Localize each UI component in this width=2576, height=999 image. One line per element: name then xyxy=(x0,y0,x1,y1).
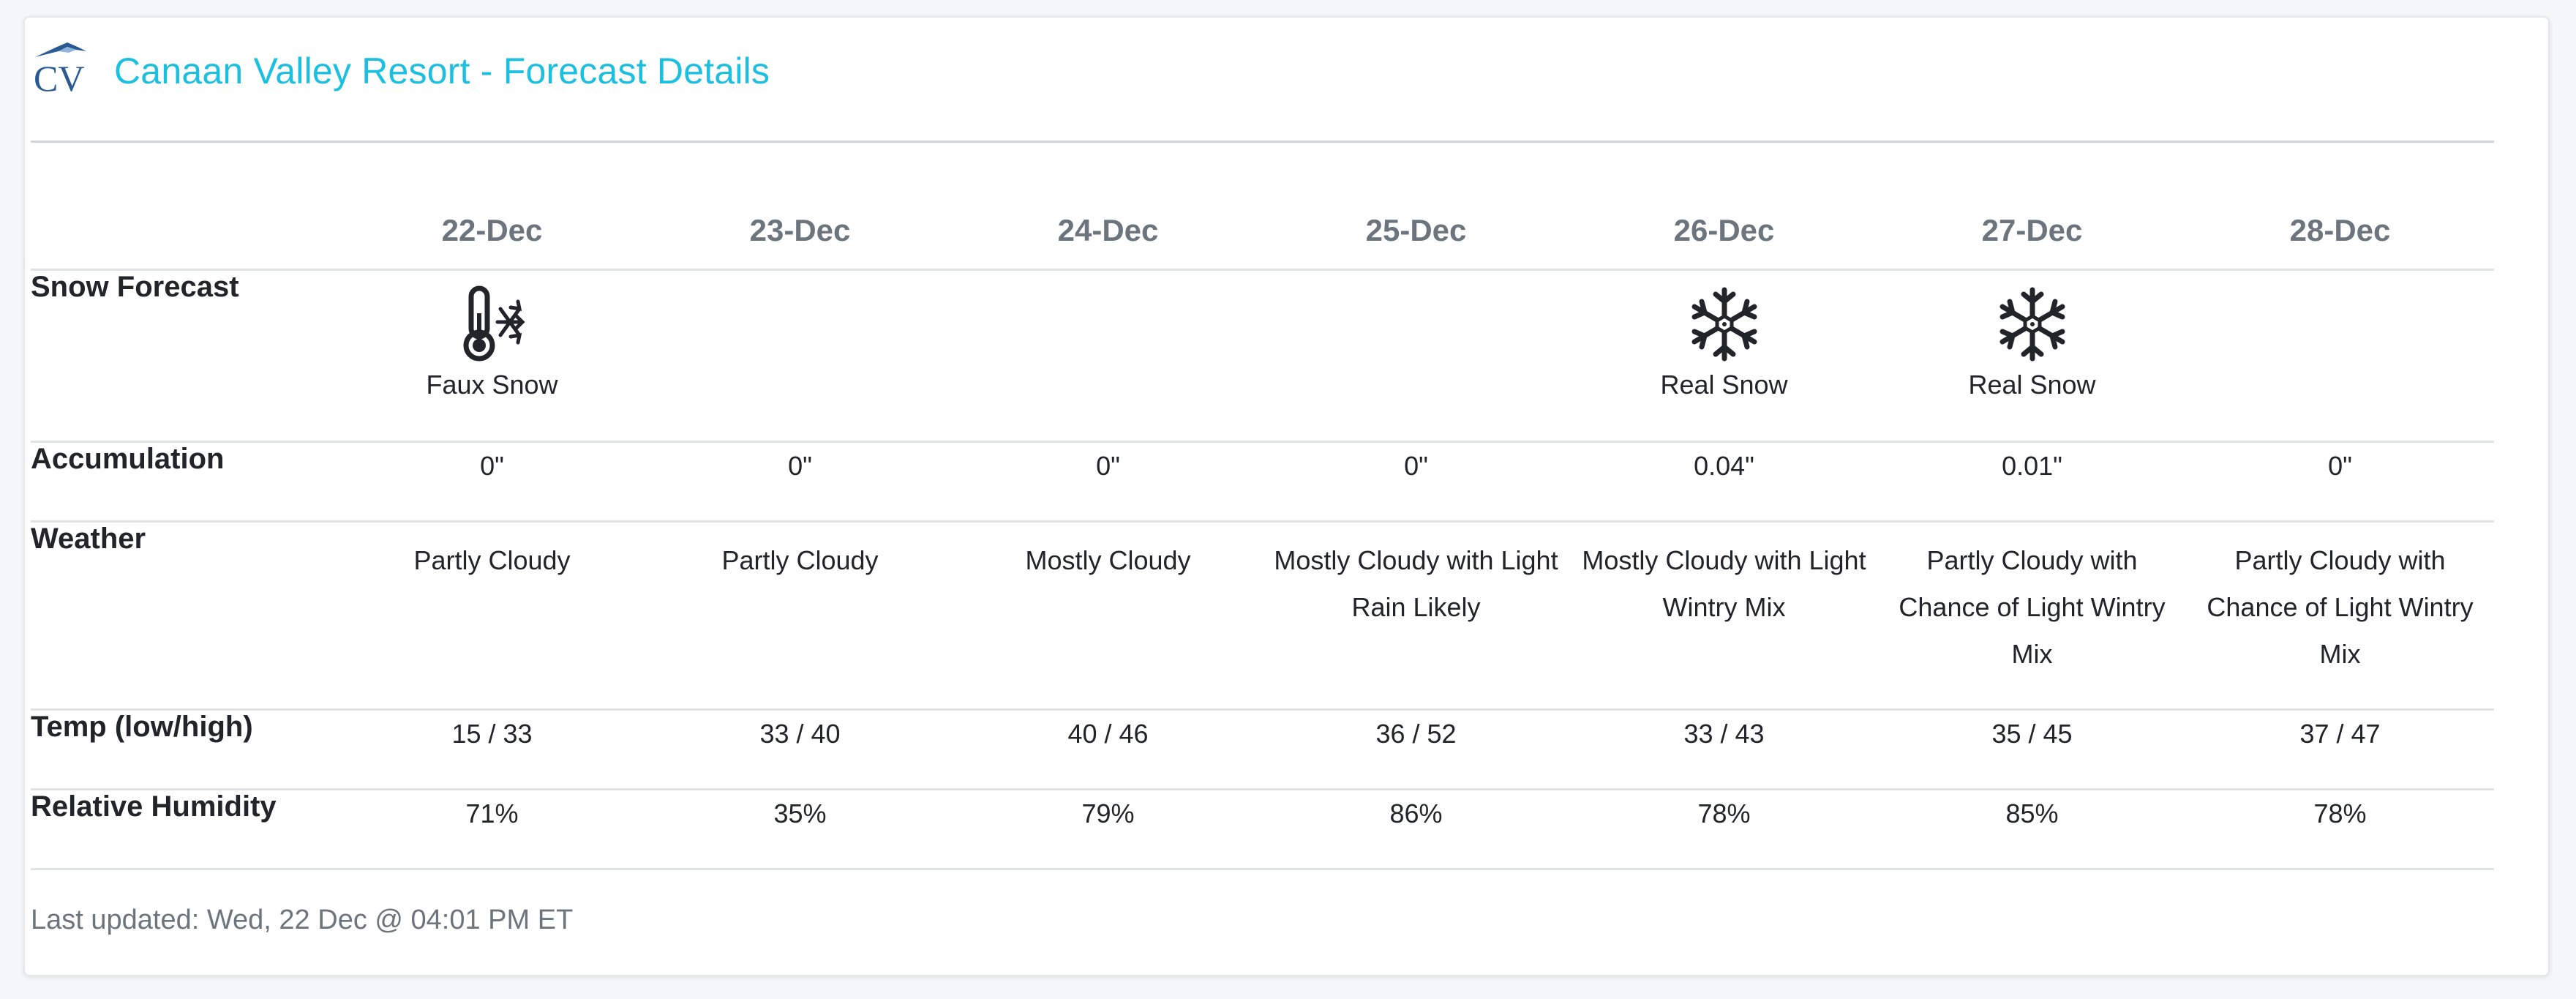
accumulation-cell: 0.01" xyxy=(1878,440,2186,521)
row-label: Temp (low/high) xyxy=(31,708,338,789)
snow-cell: Real Snow xyxy=(1878,268,2186,441)
last-updated-text: Last updated: Wed, 22 Dec @ 04:01 PM ET xyxy=(31,905,574,935)
accumulation-cell: 0" xyxy=(954,440,1262,521)
snow-cell xyxy=(954,268,1262,441)
snow-label: Faux Snow xyxy=(426,369,558,400)
resort-logo: CV xyxy=(34,42,86,99)
snow-label: Real Snow xyxy=(1660,369,1788,400)
snow-label: Real Snow xyxy=(1968,369,2096,400)
weather-cell: Partly Cloudy xyxy=(338,520,646,709)
snow-cell: Faux Snow xyxy=(338,268,646,441)
weather-cell: Mostly Cloudy xyxy=(954,520,1262,709)
snow-cell xyxy=(2186,268,2494,441)
date-header: 26-Dec xyxy=(1673,212,1775,247)
snow-cell xyxy=(1262,268,1570,441)
humidity-cell: 79% xyxy=(954,787,1262,870)
weather-cell: Partly Cloudy with Chance of Light Wintr… xyxy=(1878,520,2186,709)
weather-cell: Partly Cloudy with Chance of Light Wintr… xyxy=(2186,520,2494,709)
humidity-cell: 86% xyxy=(1262,787,1570,870)
temperature-row: Temp (low/high) 15 / 33 33 / 40 40 / 46 … xyxy=(31,708,2494,789)
logo-text: CV xyxy=(34,58,84,99)
snowflake-icon xyxy=(1999,287,2065,361)
date-header: 28-Dec xyxy=(2289,212,2391,247)
date-header: 25-Dec xyxy=(1365,212,1467,247)
temperature-cell: 37 / 47 xyxy=(2186,708,2494,789)
weather-cell: Mostly Cloudy with Light Rain Likely xyxy=(1262,520,1570,709)
temperature-cell: 35 / 45 xyxy=(1878,708,2186,789)
temperature-cell: 33 / 43 xyxy=(1570,708,1878,789)
humidity-row: Relative Humidity 71% 35% 79% 86% 78% 85… xyxy=(31,787,2494,870)
temperature-cell: 15 / 33 xyxy=(338,708,646,789)
temperature-cell: 36 / 52 xyxy=(1262,708,1570,789)
thermometer-snowflake-icon xyxy=(463,285,525,361)
page-header: CV Canaan Valley Resort - Forecast Detai… xyxy=(31,38,770,104)
row-label: Relative Humidity xyxy=(31,787,338,870)
header-empty xyxy=(31,145,338,269)
row-label: Weather xyxy=(31,520,338,709)
humidity-cell: 85% xyxy=(1878,787,2186,870)
accumulation-cell: 0" xyxy=(1262,440,1570,521)
date-header: 22-Dec xyxy=(441,212,543,247)
row-label: Accumulation xyxy=(31,440,338,521)
snow-cell xyxy=(646,268,954,441)
weather-cell: Partly Cloudy xyxy=(646,520,954,709)
date-header: 24-Dec xyxy=(1057,212,1159,247)
date-header-row: 22-Dec 23-Dec 24-Dec 25-Dec 26-Dec 27-De… xyxy=(31,145,2494,269)
humidity-cell: 35% xyxy=(646,787,954,870)
temperature-cell: 40 / 46 xyxy=(954,708,1262,789)
accumulation-row: Accumulation 0" 0" 0" 0" 0.04" 0.01" 0" xyxy=(31,440,2494,521)
weather-cell: Mostly Cloudy with Light Wintry Mix xyxy=(1570,520,1878,709)
accumulation-cell: 0" xyxy=(646,440,954,521)
date-header: 27-Dec xyxy=(1981,212,2083,247)
humidity-cell: 71% xyxy=(338,787,646,870)
forecast-table: 22-Dec 23-Dec 24-Dec 25-Dec 26-Dec 27-De… xyxy=(31,145,2494,870)
humidity-cell: 78% xyxy=(2186,787,2494,870)
humidity-cell: 78% xyxy=(1570,787,1878,870)
temperature-cell: 33 / 40 xyxy=(646,708,954,789)
accumulation-cell: 0" xyxy=(2186,440,2494,521)
snow-forecast-row: Snow Forecast Faux Snow Real Snow Real S… xyxy=(31,268,2494,441)
row-label: Snow Forecast xyxy=(31,268,338,441)
weather-row: Weather Partly Cloudy Partly Cloudy Most… xyxy=(31,520,2494,709)
header-divider xyxy=(31,141,2494,143)
snow-cell: Real Snow xyxy=(1570,268,1878,441)
page-title: Canaan Valley Resort - Forecast Details xyxy=(114,50,770,91)
snowflake-icon xyxy=(1691,287,1757,361)
accumulation-cell: 0" xyxy=(338,440,646,521)
date-header: 23-Dec xyxy=(749,212,851,247)
accumulation-cell: 0.04" xyxy=(1570,440,1878,521)
